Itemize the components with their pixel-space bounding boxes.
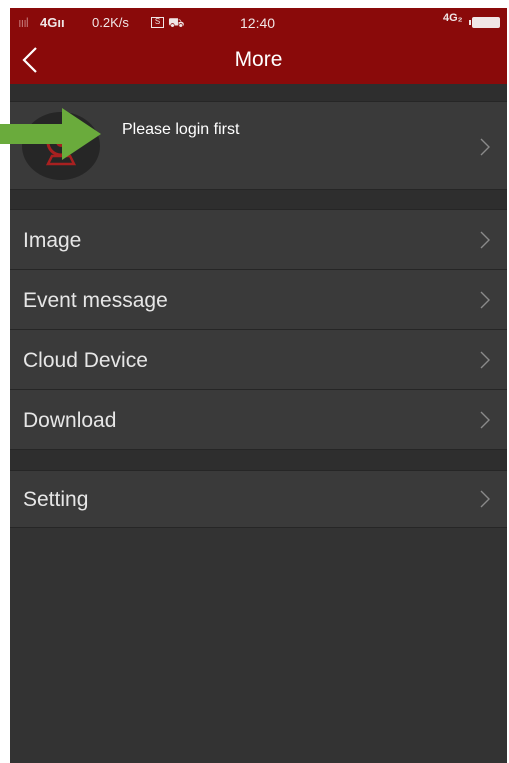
chevron-right-icon [480,291,490,309]
login-prompt: Please login first [122,121,240,138]
roaming-icon: ⛟ [168,15,185,30]
section-divider [10,84,507,101]
section-divider [10,450,507,470]
menu-item-cloud-device[interactable]: Cloud Device [10,329,507,390]
menu-item-image[interactable]: Image [10,209,507,270]
network-4g-icon: 4G₂ [443,12,463,24]
status-bar: ıııl 4Gıı 0.2K/s S ⛟ 12:40 4G₂ [10,8,507,36]
page-title: More [234,48,283,71]
signal-strength-icon: ıııl [18,15,29,30]
chevron-right-icon [480,351,490,369]
chevron-right-icon [480,490,490,508]
menu-item-label: Event message [23,289,168,312]
menu-item-label: Setting [23,488,89,511]
chevron-right-icon [480,138,490,156]
chevron-right-icon [480,231,490,249]
network-type: 4Gıı [40,15,65,30]
status-time: 12:40 [240,15,276,31]
menu-item-label: Download [23,409,117,432]
menu-item-setting[interactable]: Setting [10,470,507,528]
section-divider [10,190,507,209]
annotation-arrow-icon [0,108,101,160]
battery-icon [469,17,500,28]
menu-item-download[interactable]: Download [10,389,507,450]
network-speed: 0.2K/s [92,15,129,30]
menu-item-label: Image [23,229,82,252]
header-bar: More [10,36,507,84]
menu-item-label: Cloud Device [23,349,148,372]
chevron-right-icon [480,411,490,429]
menu-item-event-message[interactable]: Event message [10,269,507,330]
sim-icon: S [151,17,164,28]
